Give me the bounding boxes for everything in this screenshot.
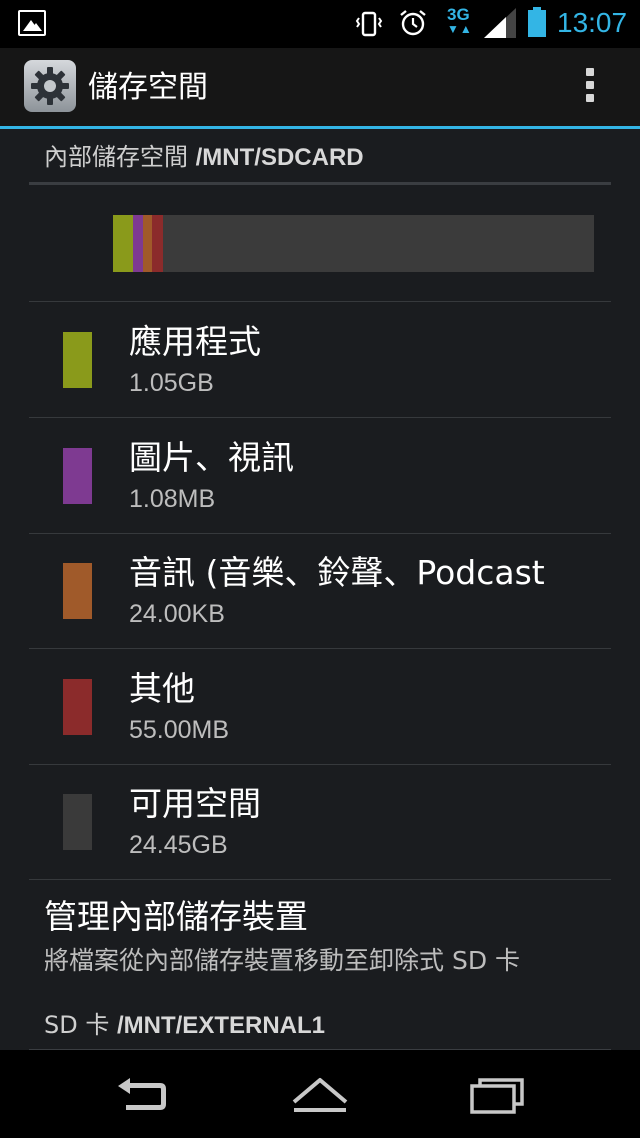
storage-item-size: 24.00KB	[129, 600, 225, 628]
section-divider	[29, 182, 611, 185]
manage-subtitle: 將檔案從內部儲存裝置移動至卸除式 SD 卡	[44, 946, 521, 975]
navigation-bar	[0, 1050, 640, 1138]
internal-storage-header: 內部儲存空間 /MNT/SDCARD	[44, 143, 364, 171]
storage-item-size: 24.45GB	[129, 831, 228, 859]
recent-apps-icon[interactable]	[468, 1072, 528, 1116]
storage-item-misc[interactable]: 其他 55.00MB	[0, 649, 640, 764]
settings-gear-icon[interactable]	[24, 60, 76, 112]
storage-item-pictures-videos[interactable]: 圖片、視訊 1.08MB	[0, 418, 640, 533]
action-bar: 儲存空間	[0, 48, 640, 128]
back-icon[interactable]	[112, 1072, 172, 1116]
usage-segment	[133, 215, 143, 272]
storage-item-size: 55.00MB	[129, 715, 230, 744]
signal-strength-icon	[484, 8, 516, 38]
item-divider	[29, 879, 611, 880]
color-swatch	[63, 447, 92, 504]
usage-segment	[152, 215, 163, 272]
overflow-menu-icon[interactable]	[583, 68, 597, 108]
color-swatch	[63, 678, 92, 735]
color-swatch	[63, 332, 92, 388]
home-icon[interactable]	[290, 1072, 350, 1116]
image-notification-icon	[18, 10, 46, 36]
usage-segment	[142, 215, 153, 272]
usage-segment	[113, 215, 134, 272]
alarm-icon	[400, 10, 426, 36]
storage-item-size: 1.05GB	[129, 369, 214, 397]
storage-item-size: 1.08MB	[129, 484, 216, 513]
storage-settings-list[interactable]: 內部儲存空間 /MNT/SDCARD 應用程式 1.05GB 圖片、視訊 1.08MB…	[0, 129, 640, 1050]
storage-item-apps[interactable]: 應用程式 1.05GB	[0, 302, 640, 417]
storage-item-audio[interactable]: 音訊 (音樂、鈴聲、Podcast 24.00KB	[0, 533, 640, 648]
network-type-indicator: 3G ▼▲	[447, 5, 473, 36]
storage-item-title: 圖片、視訊	[129, 437, 294, 477]
data-activity-icon: ▼▲	[447, 22, 473, 36]
storage-item-title: 音訊 (音樂、鈴聲、Podcast	[129, 553, 545, 592]
color-swatch	[63, 794, 92, 850]
vibrate-icon	[355, 11, 383, 37]
storage-item-title: 可用空間	[129, 784, 261, 823]
page-title: 儲存空間	[88, 70, 208, 105]
manage-title: 管理內部儲存裝置	[44, 897, 308, 936]
storage-item-title: 其他	[129, 668, 195, 708]
manage-internal-storage-item[interactable]: 管理內部儲存裝置 將檔案從內部儲存裝置移動至卸除式 SD 卡	[0, 881, 640, 991]
sdcard-header: SD 卡 /MNT/EXTERNAL1	[44, 1011, 325, 1039]
color-swatch	[63, 563, 92, 619]
storage-item-available[interactable]: 可用空間 24.45GB	[0, 764, 640, 879]
storage-item-title: 應用程式	[129, 322, 261, 361]
battery-icon	[528, 7, 546, 37]
status-bar: 3G ▼▲ 13:07	[0, 0, 640, 48]
clock: 13:07	[557, 7, 628, 38]
storage-usage-bar	[113, 215, 594, 272]
